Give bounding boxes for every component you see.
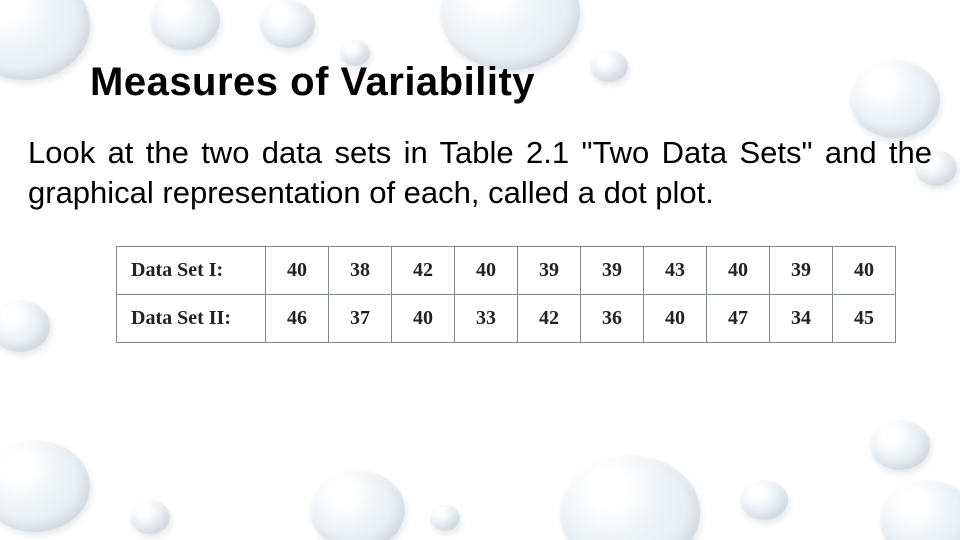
table-row: Data Set I: 40 38 42 40 39 39 43 40 39 4…: [117, 247, 896, 295]
cell: 40: [266, 247, 329, 295]
cell: 40: [707, 247, 770, 295]
table-row: Data Set II: 46 37 40 33 42 36 40 47 34 …: [117, 295, 896, 343]
cell: 43: [644, 247, 707, 295]
slide-title: Measures of Variability: [90, 60, 932, 105]
data-sets-table: Data Set I: 40 38 42 40 39 39 43 40 39 4…: [116, 246, 896, 343]
cell: 34: [770, 295, 833, 343]
row-label: Data Set I:: [117, 247, 266, 295]
data-table-container: Data Set I: 40 38 42 40 39 39 43 40 39 4…: [110, 240, 932, 363]
cell: 40: [455, 247, 518, 295]
cell: 42: [392, 247, 455, 295]
cell: 47: [707, 295, 770, 343]
cell: 39: [770, 247, 833, 295]
cell: 37: [329, 295, 392, 343]
cell: 33: [455, 295, 518, 343]
cell: 45: [833, 295, 896, 343]
cell: 36: [581, 295, 644, 343]
cell: 40: [644, 295, 707, 343]
cell: 39: [581, 247, 644, 295]
row-label: Data Set II:: [117, 295, 266, 343]
cell: 42: [518, 295, 581, 343]
cell: 39: [518, 247, 581, 295]
cell: 40: [833, 247, 896, 295]
cell: 38: [329, 247, 392, 295]
intro-paragraph: Look at the two data sets in Table 2.1 "…: [28, 133, 932, 212]
cell: 46: [266, 295, 329, 343]
cell: 40: [392, 295, 455, 343]
